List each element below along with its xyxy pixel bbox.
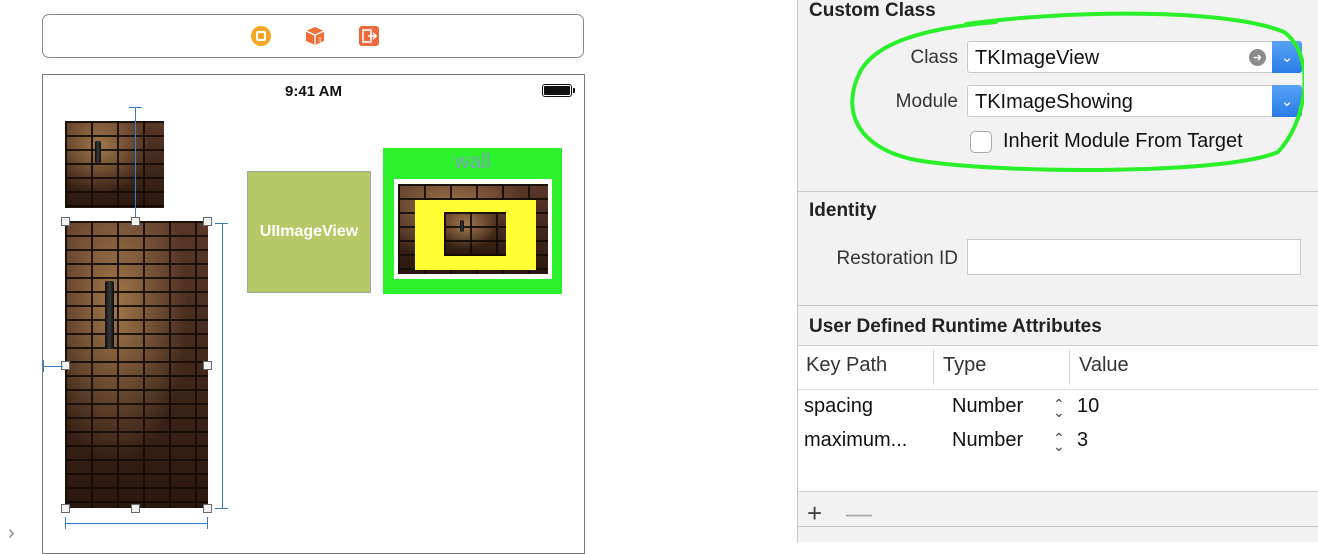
column-header-key-path[interactable]: Key Path (806, 354, 887, 377)
section-divider (798, 191, 1318, 192)
inherit-module-checkbox[interactable] (970, 131, 992, 153)
class-label: Class (910, 47, 958, 68)
selected-image-view[interactable] (65, 221, 208, 508)
width-guide-cap-left (65, 517, 66, 529)
wall-image-frame (394, 179, 552, 279)
section-divider (798, 305, 1318, 306)
class-value: TKImageView (975, 47, 1100, 69)
module-combo-box[interactable]: TKImageShowing ⌄ (967, 85, 1302, 117)
module-label: Module (895, 91, 958, 112)
resize-handle-bottom-left[interactable] (61, 504, 70, 513)
restoration-id-input[interactable] (967, 239, 1301, 275)
wall-container-view[interactable]: wall (383, 148, 562, 294)
row-type[interactable]: Number (952, 395, 1023, 418)
resize-handle-bottom-right[interactable] (203, 504, 212, 513)
column-header-value[interactable]: Value (1079, 354, 1129, 377)
placeholder-label: UIImageView (259, 223, 359, 240)
class-dropdown-chevron-icon[interactable]: ⌄ (1272, 41, 1302, 73)
resize-handle-right[interactable] (203, 361, 212, 370)
width-constraint-guide (65, 523, 208, 524)
type-stepper-icon[interactable]: ⌃ ⌄ (1053, 397, 1065, 419)
height-constraint-guide (222, 223, 223, 509)
small-wall-image-view[interactable] (65, 121, 164, 208)
resize-handle-top-right[interactable] (203, 217, 212, 226)
row-value[interactable]: 3 (1077, 429, 1088, 452)
remove-attribute-button[interactable]: — (846, 498, 872, 529)
inherit-module-label: Inherit Module From Target (1003, 130, 1243, 152)
column-separator (1069, 349, 1070, 385)
class-combo-box[interactable]: TKImageView ➜ ⌄ (967, 41, 1302, 73)
row-type[interactable]: Number (952, 429, 1023, 452)
module-value: TKImageShowing (975, 91, 1133, 113)
status-bar-time: 9:41 AM (285, 83, 342, 100)
column-header-type[interactable]: Type (943, 354, 986, 377)
resize-handle-top[interactable] (131, 217, 140, 226)
row-key-path[interactable]: maximum... (804, 429, 907, 452)
row-key-path[interactable]: spacing (804, 395, 873, 418)
wall-label: wall (454, 150, 491, 173)
identity-inspector: Custom Class Class TKImageView ➜ ⌄ Modul… (797, 0, 1318, 542)
view-controller-icon[interactable] (250, 25, 272, 47)
leading-constraint-guide (43, 366, 63, 367)
identity-title: Identity (809, 200, 877, 221)
runtime-attributes-title: User Defined Runtime Attributes (809, 316, 1102, 337)
exit-icon[interactable] (358, 25, 380, 47)
restoration-id-label: Restoration ID (836, 248, 958, 269)
add-attribute-button[interactable]: + (807, 498, 822, 529)
wall-image-view[interactable] (398, 184, 548, 274)
first-responder-icon[interactable]: 1 (304, 25, 326, 47)
custom-class-title: Custom Class (809, 0, 936, 21)
placeholder-image-view[interactable]: UIImageView (247, 171, 371, 293)
height-guide-cap-bottom (215, 508, 228, 509)
height-guide-cap-top (215, 223, 228, 224)
column-separator (933, 349, 934, 385)
scene-dock: 1 (42, 14, 584, 58)
type-stepper-icon[interactable]: ⌃ ⌄ (1053, 431, 1065, 453)
module-dropdown-chevron-icon[interactable]: ⌄ (1272, 85, 1302, 117)
constraint-cap-top (129, 107, 142, 108)
inner-wall-image (444, 212, 506, 256)
leading-guide-cap (43, 360, 44, 372)
go-to-class-icon[interactable]: ➜ (1249, 49, 1266, 66)
yellow-spacing-area (415, 200, 536, 270)
section-divider (798, 526, 1318, 527)
battery-icon (542, 84, 575, 97)
svg-text:1: 1 (318, 37, 322, 44)
runtime-attributes-table: Key Path Type Value spacing Number ⌃ ⌄ 10… (798, 345, 1318, 492)
header-divider (798, 389, 1318, 390)
resize-handle-bottom[interactable] (131, 504, 140, 513)
vertical-constraint-guide (135, 107, 136, 221)
row-value[interactable]: 10 (1077, 395, 1099, 418)
resize-handle-top-left[interactable] (61, 217, 70, 226)
device-frame: 9:41 AM UIImageView wall (42, 74, 585, 554)
width-guide-cap-right (207, 517, 208, 529)
